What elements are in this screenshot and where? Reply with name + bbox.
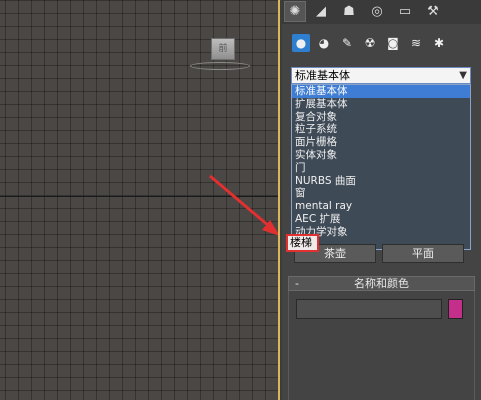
spacewarps-icon[interactable]: ≋ [407,34,425,52]
name-color-rollout-header[interactable]: - 名称和颜色 [288,276,475,291]
perspective-viewport[interactable]: 前 [0,0,280,400]
dropdown-option[interactable]: mental ray [292,200,470,213]
motion-tab-icon[interactable]: ◎ [366,1,388,22]
dropdown-option[interactable]: 门 [292,162,470,175]
create-category-bar: ● ◕ ✎ ☢ ◙ ≋ ✱ [282,26,481,56]
dropdown-option[interactable]: 面片栅格 [292,136,470,149]
modify-tab-icon[interactable]: ◢ [310,1,332,22]
hierarchy-tab-icon[interactable]: ☗ [338,1,360,22]
plane-button[interactable]: 平面 [382,244,464,263]
chevron-down-icon[interactable]: ▼ [459,68,467,83]
red-callout-arrow [209,174,278,236]
command-panel: ✺ ◢ ☗ ◎ ▭ ⚒ ● ◕ ✎ ☢ ◙ ≋ ✱ 标准基本体 ▼ 标准基本体 … [282,0,481,400]
dropdown-selected-value: 标准基本体 [295,69,350,82]
dropdown-option[interactable]: 标准基本体 [292,85,470,98]
stairs-option-highlighted[interactable]: 楼梯 [286,234,319,252]
lights-icon[interactable]: ✎ [338,34,356,52]
dropdown-option[interactable]: 复合对象 [292,111,470,124]
cameras-icon[interactable]: ☢ [361,34,379,52]
dropdown-option[interactable]: 扩展基本体 [292,98,470,111]
rollout-title: 名称和颜色 [354,277,409,290]
dropdown-options-list: 标准基本体 扩展基本体 复合对象 粒子系统 面片栅格 实体对象 门 NURBS … [291,84,471,250]
systems-icon[interactable]: ✱ [430,34,448,52]
dropdown-option[interactable]: 粒子系统 [292,123,470,136]
create-tab-icon[interactable]: ✺ [284,1,306,22]
dropdown-option[interactable]: NURBS 曲面 [292,175,470,188]
dropdown-option[interactable]: AEC 扩展 [292,213,470,226]
helpers-icon[interactable]: ◙ [384,34,402,52]
object-name-field[interactable] [296,299,442,319]
display-tab-icon[interactable]: ▭ [394,1,416,22]
command-panel-tabs: ✺ ◢ ☗ ◎ ▭ ⚒ [282,0,481,24]
dropdown-option[interactable]: 实体对象 [292,149,470,162]
shapes-icon[interactable]: ◕ [315,34,333,52]
geometry-icon[interactable]: ● [292,34,310,52]
object-color-swatch[interactable] [448,299,463,319]
utilities-tab-icon[interactable]: ⚒ [422,1,444,22]
object-type-dropdown[interactable]: 标准基本体 ▼ [291,67,471,84]
dropdown-option[interactable]: 窗 [292,187,470,200]
